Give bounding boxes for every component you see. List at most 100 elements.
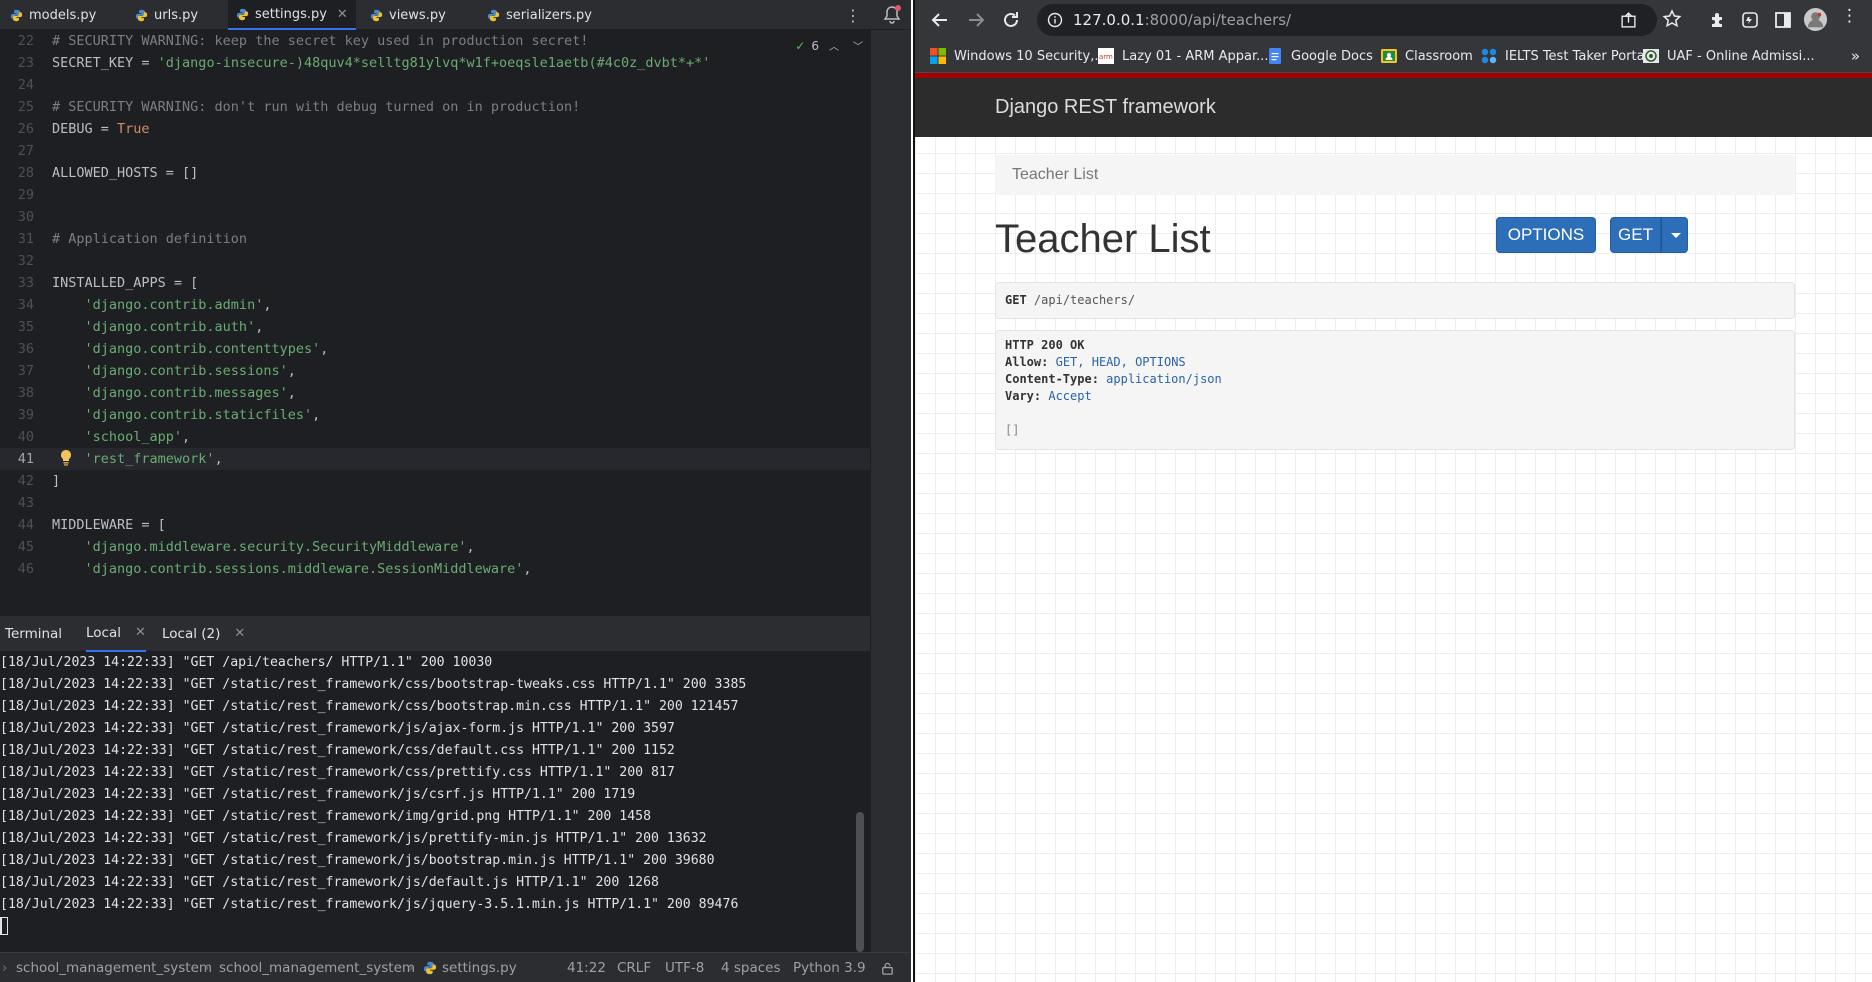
options-button[interactable]: OPTIONS [1496,217,1596,253]
browser-menu-icon[interactable]: ⋮ [1841,6,1858,26]
line-number[interactable]: 45 [0,536,34,558]
python-interpreter[interactable]: Python 3.9 [793,953,866,982]
line-number[interactable]: 22 [0,30,34,52]
breadcrumb-package[interactable]: school_management_system [219,953,415,982]
line-number[interactable]: 24 [0,74,34,96]
forward-arrow-icon[interactable] [965,9,987,31]
line-number[interactable]: 28 [0,162,34,184]
line-number[interactable]: 27 [0,140,34,162]
indent-setting[interactable]: 4 spaces [721,953,781,982]
code-line[interactable]: 28 ALLOWED_HOSTS = [] [0,162,870,184]
line-number[interactable]: 30 [0,206,34,228]
line-number[interactable]: 29 [0,184,34,206]
line-number[interactable]: 33 [0,272,34,294]
line-number[interactable]: 44 [0,514,34,536]
code-line[interactable]: 40 'school_app', [0,426,870,448]
profile-avatar[interactable] [1803,7,1828,32]
code-line[interactable]: 22 # SECURITY WARNING: keep the secret ke… [0,30,870,52]
line-number[interactable]: 35 [0,316,34,338]
line-number[interactable]: 46 [0,558,34,580]
line-number[interactable]: 26 [0,118,34,140]
bookmark-ielts[interactable]: IELTS Test Taker Portal [1481,39,1648,73]
bookmark-google-docs[interactable]: Google Docs [1267,39,1373,73]
url-text[interactable]: 127.0.0.1:8000/api/teachers/ [1073,4,1291,36]
close-tab-icon[interactable]: ✕ [135,615,146,651]
line-number[interactable]: 32 [0,250,34,272]
caret-position[interactable]: 41:22 [567,953,606,982]
extensions-puzzle-icon[interactable] [1707,9,1729,31]
code-line[interactable]: 36 'django.contrib.contenttypes', [0,338,870,360]
terminal-tab-local[interactable]: Local ✕ [86,616,146,652]
bookmark-classroom[interactable]: Classroom [1381,39,1473,73]
line-number[interactable]: 41 [0,448,34,470]
bookmark-windows-security[interactable]: Windows 10 Security,... [930,39,1107,73]
code-line[interactable]: 34 'django.contrib.admin', [0,294,870,316]
code-line[interactable]: 45 'django.middleware.security.SecurityM… [0,536,870,558]
back-arrow-icon[interactable] [929,9,951,31]
line-number[interactable]: 34 [0,294,34,316]
side-panel-icon[interactable] [1772,9,1794,31]
get-format-dropdown-caret[interactable] [1661,217,1688,253]
bookmark-uaf[interactable]: UAF - Online Admissi... [1643,39,1815,73]
code-line[interactable]: 39 'django.contrib.staticfiles', [0,404,870,426]
lightbulb-icon[interactable] [59,449,73,467]
drf-brand-link[interactable]: Django REST framework [995,78,1216,137]
code-line[interactable]: 31 # Application definition [0,228,870,250]
code-line[interactable]: 38 'django.contrib.messages', [0,382,870,404]
line-number[interactable]: 39 [0,404,34,426]
share-icon[interactable] [1620,12,1637,29]
close-tab-icon[interactable]: ✕ [337,0,348,29]
code-editor[interactable]: ✓ 6 ︿ ﹀ 22 # SECURITY WARNING: keep the s… [0,30,911,586]
bookmark-star-icon[interactable] [1661,8,1683,30]
more-bookmarks-icon[interactable]: » [1851,47,1860,65]
code-line[interactable]: 26 DEBUG = True [0,118,870,140]
line-number[interactable]: 36 [0,338,34,360]
line-ending[interactable]: CRLF [617,953,651,982]
code-line[interactable]: 42] [0,470,870,492]
line-number[interactable]: 25 [0,96,34,118]
line-number[interactable]: 37 [0,360,34,382]
line-number[interactable]: 40 [0,426,34,448]
more-tabs-icon[interactable]: ⋮ [845,6,861,25]
code-line[interactable]: 24 [0,74,870,96]
breadcrumb-project[interactable]: school_management_system [16,953,212,982]
code-line[interactable]: 35 'django.contrib.auth', [0,316,870,338]
tab-models[interactable]: models.py [10,0,96,30]
extension-icon[interactable] [1739,9,1761,31]
editor-terminal-divider[interactable] [0,586,870,616]
close-tab-icon[interactable]: ✕ [234,616,245,652]
terminal-scrollbar[interactable] [856,812,864,952]
line-number[interactable]: 23 [0,52,34,74]
lock-icon[interactable] [880,961,895,976]
reload-icon[interactable] [1000,9,1022,31]
code-line[interactable]: 30 [0,206,870,228]
code-line[interactable]: 44 MIDDLEWARE = [ [0,514,870,536]
code-line[interactable]: 41 'rest_framework', [0,448,870,470]
code-line[interactable]: 43 [0,492,870,514]
code-line[interactable]: 33 INSTALLED_APPS = [ [0,272,870,294]
bookmark-lazy-arm[interactable]: arm Lazy 01 - ARM Appar... [1098,39,1269,73]
file-encoding[interactable]: UTF-8 [665,953,704,982]
line-number[interactable]: 38 [0,382,34,404]
code-line[interactable]: 29 [0,184,870,206]
code-line[interactable]: 25 # SECURITY WARNING: don't run with deb… [0,96,870,118]
code-line[interactable]: 27 [0,140,870,162]
breadcrumb-file[interactable]: settings.py [442,953,517,982]
breadcrumb-item[interactable]: Teacher List [1012,155,1098,195]
address-bar[interactable]: 127.0.0.1:8000/api/teachers/ [1037,4,1657,36]
terminal-output[interactable]: [18/Jul/2023 14:22:33] "GET /api/teacher… [0,652,870,952]
line-number[interactable]: 43 [0,492,34,514]
site-info-icon[interactable] [1047,12,1063,28]
tab-settings[interactable]: settings.py ✕ [228,0,356,30]
line-number[interactable]: 31 [0,228,34,250]
code-line[interactable]: 23 SECRET_KEY = 'django-insecure-)48quv4*… [0,52,870,74]
terminal-tab-local-2[interactable]: Local (2) ✕ [162,616,245,652]
code-line[interactable]: 37 'django.contrib.sessions', [0,360,870,382]
code-line[interactable]: 46 'django.contrib.sessions.middleware.S… [0,558,870,580]
tab-views[interactable]: views.py [370,0,446,30]
tab-urls[interactable]: urls.py [135,0,198,30]
get-button[interactable]: GET [1610,217,1661,253]
code-line[interactable]: 32 [0,250,870,272]
tab-serializers[interactable]: serializers.py [487,0,592,30]
notifications-bell-icon[interactable] [881,4,903,26]
